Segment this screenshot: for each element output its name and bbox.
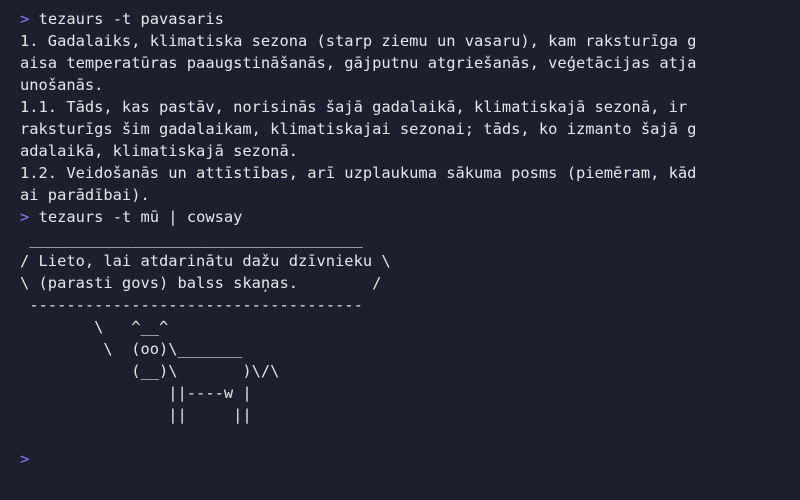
prompt-symbol: > <box>20 10 30 28</box>
output-line: unošanās. <box>20 76 104 94</box>
command-line-1: > tezaurs -t pavasaris <box>20 8 788 30</box>
prompt-symbol: > <box>20 208 30 226</box>
command-text-1: tezaurs -t pavasaris <box>38 10 224 28</box>
cowsay-cow-art: ||----w | <box>20 384 252 402</box>
output-line: adalaikā, klimatiskajā sezonā. <box>20 142 298 160</box>
output-line: 1.2. Veidošanās un attīstības, arī uzpla… <box>20 164 697 182</box>
command-line-2: > tezaurs -t mū | cowsay <box>20 206 788 228</box>
cowsay-cow-art: \ (oo)\_______ <box>20 340 243 358</box>
output-line: 1. Gadalaiks, klimatiska sezona (starp z… <box>20 32 697 50</box>
cowsay-cow-art: || || <box>20 406 252 424</box>
output-line: aisa temperatūras paaugstināšanās, gājpu… <box>20 54 697 72</box>
cowsay-bubble-line: / Lieto, lai atdarinātu dažu dzīvnieku \ <box>20 252 391 270</box>
output-line: ai parādībai). <box>20 186 150 204</box>
output-line: 1.1. Tāds, kas pastāv, norisinās šajā ga… <box>20 98 688 116</box>
cowsay-bubble-line: \ (parasti govs) balss skaņas. / <box>20 274 382 292</box>
prompt-symbol: > <box>20 450 30 468</box>
terminal-window[interactable]: > tezaurs -t pavasaris 1. Gadalaiks, kli… <box>0 0 800 500</box>
output-line: raksturīgs šim gadalaikam, klimatiskajai… <box>20 120 697 138</box>
cowsay-bubble-top: ____________________________________ <box>20 230 363 248</box>
command-text-2: tezaurs -t mū | cowsay <box>38 208 243 226</box>
active-prompt-line[interactable]: > <box>20 448 788 470</box>
cowsay-cow-art: \ ^__^ <box>20 318 169 336</box>
cowsay-bubble-bottom: ------------------------------------ <box>20 296 363 314</box>
cowsay-cow-art: (__)\ )\/\ <box>20 362 280 380</box>
